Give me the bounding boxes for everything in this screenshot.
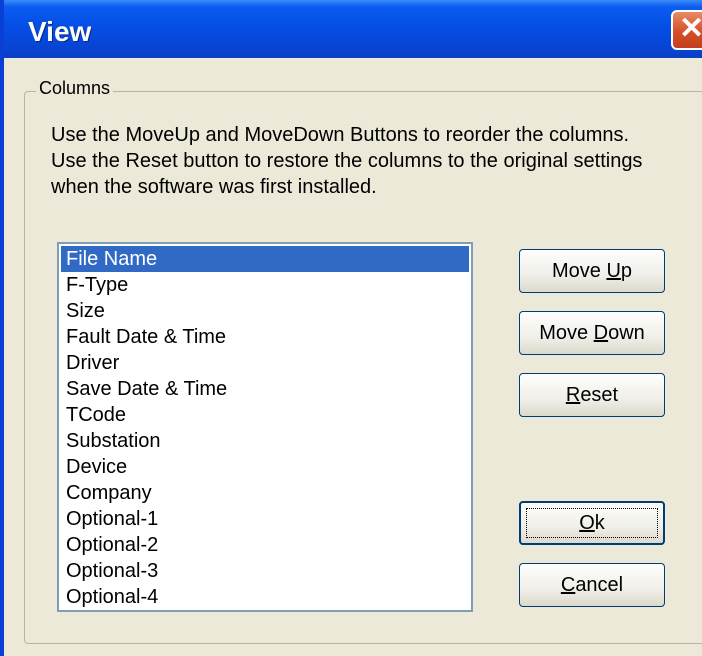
columns-group-label: Columns [36, 78, 114, 99]
move-down-button[interactable]: Move Down [519, 311, 665, 355]
instructions-line: when the software was first installed. [51, 176, 377, 198]
reset-label: Reset [565, 384, 619, 406]
columns-listbox[interactable]: File Name F-Type Size Fault Date & Time … [57, 242, 473, 612]
list-item-optional-1[interactable]: Optional-1 [61, 506, 469, 532]
reset-button[interactable]: Reset [519, 373, 665, 417]
list-item-size[interactable]: Size [61, 298, 469, 324]
close-button[interactable]: ✕ [671, 10, 702, 50]
move-up-label: Move Up [551, 260, 633, 282]
list-item-substation[interactable]: Substation [61, 428, 469, 454]
close-icon: ✕ [679, 12, 702, 45]
list-item-optional-2[interactable]: Optional-2 [61, 532, 469, 558]
list-item-optional-3[interactable]: Optional-3 [61, 558, 469, 584]
instructions-line: Use the Reset button to restore the colu… [51, 150, 643, 172]
list-item-driver[interactable]: Driver [61, 350, 469, 376]
list-item-f-type[interactable]: F-Type [61, 272, 469, 298]
instructions-text: Use the MoveUp and MoveDown Buttons to r… [51, 122, 702, 200]
list-item-tcode[interactable]: TCode [61, 402, 469, 428]
window-title: View [28, 16, 92, 47]
ok-label: Ok [579, 512, 605, 534]
ok-button[interactable]: Ok [519, 501, 665, 545]
cancel-button[interactable]: Cancel [519, 563, 665, 607]
list-item-file-name[interactable]: File Name [61, 246, 469, 272]
move-down-label: Move Down [539, 322, 645, 344]
list-item-save-date-time[interactable]: Save Date & Time [61, 376, 469, 402]
list-item-optional-4[interactable]: Optional-4 [61, 584, 469, 610]
list-item-device[interactable]: Device [61, 454, 469, 480]
cancel-label: Cancel [560, 574, 624, 596]
list-item-fault-date-time[interactable]: Fault Date & Time [61, 324, 469, 350]
instructions-line: Use the MoveUp and MoveDown Buttons to r… [51, 124, 630, 146]
move-up-button[interactable]: Move Up [519, 249, 665, 293]
title-bar[interactable]: View ✕ [4, 0, 702, 58]
list-item-company[interactable]: Company [61, 480, 469, 506]
